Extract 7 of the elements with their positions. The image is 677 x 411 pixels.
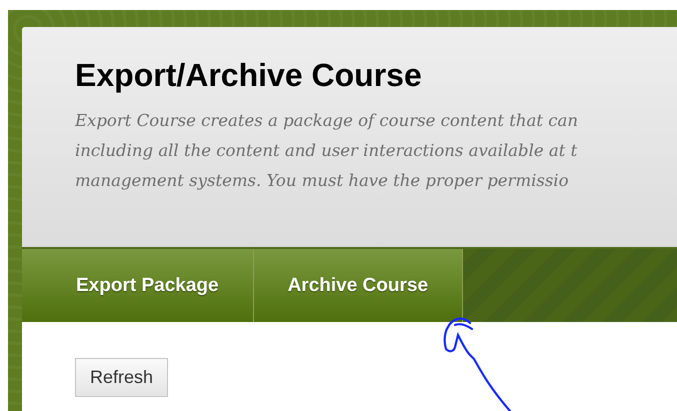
description-line: including all the content and user interactions available at t [75,140,578,162]
description-line: management systems. You must have the proper permissio [75,170,570,192]
description-line: Export Course creates a package of course content that can [75,110,579,132]
tab[interactable]: Archive Course [254,249,464,322]
refresh-button[interactable]: Refresh [75,358,168,397]
page-title: Export/Archive Course [75,57,423,94]
tab[interactable]: Export Package [22,249,254,322]
